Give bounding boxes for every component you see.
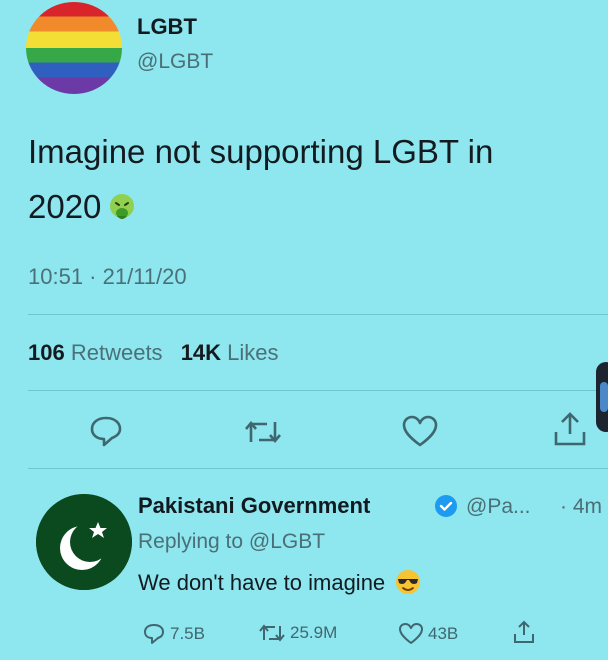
reply-author-handle[interactable]: @Pa...: [466, 495, 531, 519]
heart-icon: [402, 415, 438, 447]
retweet-icon: [245, 420, 281, 444]
reply-text-block: We don't have to imagine: [138, 569, 421, 596]
reply-replies-count: 7.5B: [170, 624, 205, 643]
tweet-text-block: Imagine not supporting LGBT in 2020: [28, 124, 568, 234]
reply-like-button[interactable]: 43B: [398, 622, 458, 646]
retweet-button[interactable]: [243, 416, 283, 448]
reply-retweets-count: 25.9M: [290, 623, 338, 642]
tweet-stats: 106 Retweets 14K Likes: [28, 340, 279, 366]
retweets-label[interactable]: Retweets: [71, 340, 163, 365]
likes-count[interactable]: 14K: [181, 340, 221, 365]
reply-share-button[interactable]: [512, 619, 536, 645]
retweets-count[interactable]: 106: [28, 340, 65, 365]
reply-icon: [90, 416, 122, 447]
pakistan-flag-avatar[interactable]: [36, 494, 132, 590]
reply-button[interactable]: [88, 414, 124, 448]
reply-time[interactable]: · 4m: [560, 495, 602, 519]
reply-retweet-button[interactable]: 25.9M: [258, 622, 337, 644]
replying-to-line: Replying to @LGBT: [138, 530, 325, 554]
reply-author-name[interactable]: Pakistani Government: [138, 493, 370, 519]
tweet-timestamp[interactable]: 10:51 · 21/11/20: [28, 264, 187, 290]
replying-to-mention[interactable]: @LGBT: [249, 530, 325, 553]
reply-likes-count: 43B: [428, 624, 459, 643]
tweet-screenshot: LGBT @LGBT Imagine not supporting LGBT i…: [0, 0, 608, 660]
likes-label[interactable]: Likes: [227, 340, 278, 365]
divider: [28, 468, 608, 469]
reply-icon: [144, 624, 164, 644]
tweet-author-name[interactable]: LGBT: [137, 14, 197, 40]
retweet-icon: [259, 624, 285, 642]
share-icon: [554, 412, 586, 446]
sunglasses-face-emoji-icon: [395, 569, 421, 595]
share-button[interactable]: [552, 410, 588, 448]
tweet-author-handle[interactable]: @LGBT: [137, 50, 213, 74]
divider: [28, 390, 608, 391]
nauseated-face-emoji-icon: [107, 183, 137, 219]
share-icon: [514, 620, 534, 643]
tweet-text: Imagine not supporting LGBT in 2020: [28, 133, 494, 225]
replying-prefix: Replying to: [138, 530, 244, 553]
verified-badge-icon: [434, 494, 458, 523]
heart-icon: [399, 623, 423, 644]
reply-reply-button[interactable]: 7.5B: [142, 622, 205, 646]
crescent-star-icon: [36, 494, 132, 590]
like-button[interactable]: [401, 414, 439, 448]
partial-avatar: [596, 362, 608, 432]
reply-text: We don't have to imagine: [138, 570, 386, 595]
rainbow-avatar[interactable]: [26, 2, 122, 94]
divider: [28, 314, 608, 315]
